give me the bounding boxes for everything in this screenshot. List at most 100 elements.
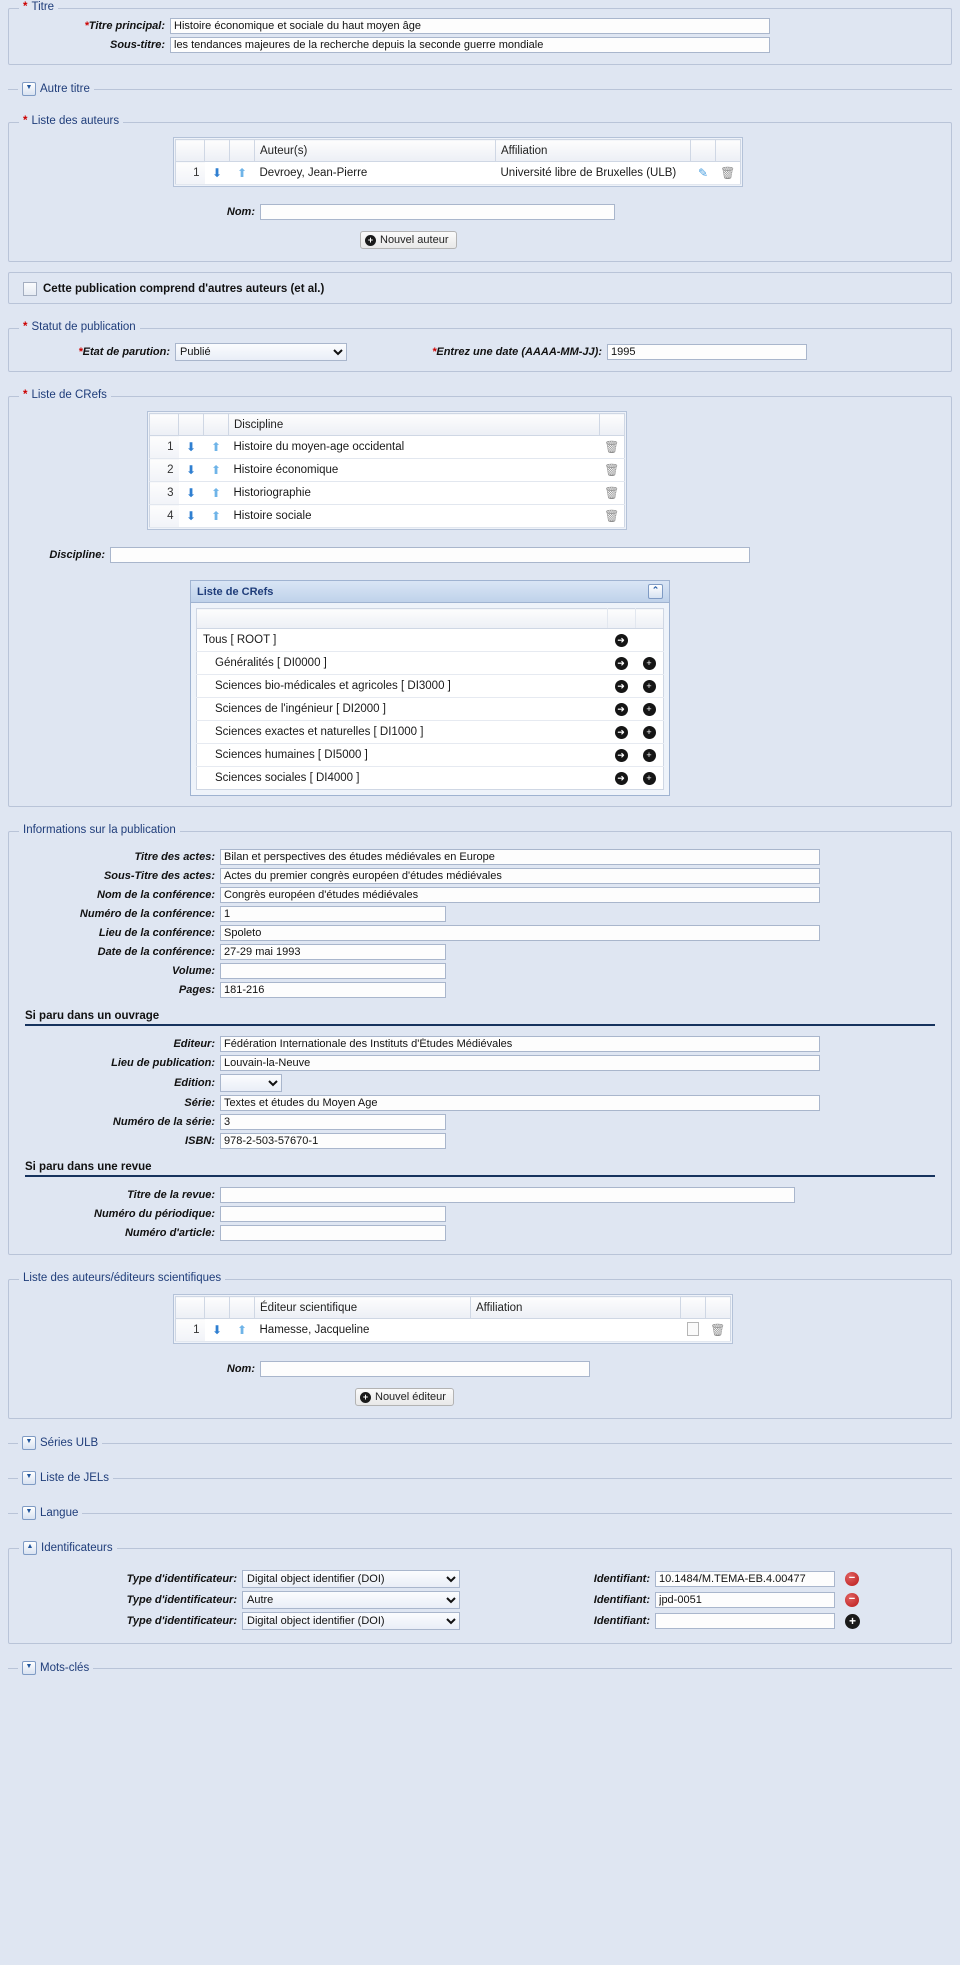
- move-up-cell[interactable]: ⬆: [229, 161, 255, 185]
- legend-liste-jels[interactable]: ▼ Liste de JELs: [18, 1471, 114, 1485]
- arrow-up-icon[interactable]: ⬆: [211, 441, 221, 453]
- arrow-down-icon[interactable]: ⬇: [212, 167, 222, 179]
- tree-add-cell[interactable]: +: [635, 767, 664, 790]
- date-input[interactable]: [607, 344, 807, 360]
- tree-go-cell[interactable]: ➜: [607, 697, 635, 721]
- tree-go-cell[interactable]: ➜: [607, 767, 635, 790]
- titre-principal-input[interactable]: [170, 18, 770, 34]
- chevron-down-icon[interactable]: ▼: [22, 1436, 36, 1450]
- tree-go-cell[interactable]: ➜: [607, 628, 635, 652]
- trash-icon[interactable]: 🗑: [604, 463, 619, 477]
- tree-go-cell[interactable]: ➜: [607, 743, 635, 767]
- move-up-cell[interactable]: ⬆: [203, 458, 229, 482]
- list-item[interactable]: Sciences sociales [ DI4000 ] ➜ +: [197, 767, 664, 790]
- numero-periodique-input[interactable]: [220, 1206, 446, 1222]
- move-up-cell[interactable]: ⬆: [203, 504, 229, 528]
- arrow-down-icon[interactable]: ⬇: [186, 441, 196, 453]
- arrow-right-icon[interactable]: ➜: [614, 679, 628, 693]
- identifiant-input[interactable]: [655, 1613, 835, 1629]
- arrow-right-icon[interactable]: ➜: [614, 771, 628, 785]
- delete-editor-cell[interactable]: 🗑: [705, 1318, 731, 1342]
- type-identificateur-select[interactable]: Autre: [242, 1591, 460, 1609]
- move-down-cell[interactable]: ⬇: [178, 504, 204, 528]
- type-identificateur-select[interactable]: Digital object identifier (DOI): [242, 1570, 460, 1588]
- tree-go-cell[interactable]: ➜: [607, 720, 635, 744]
- chevron-up-icon[interactable]: ▲: [23, 1541, 37, 1555]
- chevron-down-icon[interactable]: ▼: [22, 1506, 36, 1520]
- editeur-input[interactable]: [220, 1036, 820, 1052]
- collapse-up-icon[interactable]: ⌃: [648, 584, 663, 599]
- arrow-right-icon[interactable]: ➜: [614, 633, 628, 647]
- lieu-conference-input[interactable]: [220, 925, 820, 941]
- tree-add-cell[interactable]: +: [635, 720, 664, 744]
- edition-select[interactable]: [220, 1074, 282, 1092]
- tree-go-cell[interactable]: ➜: [607, 674, 635, 698]
- edit-icon[interactable]: [687, 1321, 699, 1336]
- titre-revue-input[interactable]: [220, 1187, 795, 1203]
- arrow-up-icon[interactable]: ⬆: [211, 464, 221, 476]
- arrow-right-icon[interactable]: ➜: [614, 748, 628, 762]
- plus-icon[interactable]: +: [642, 725, 656, 739]
- numero-serie-input[interactable]: [220, 1114, 446, 1130]
- arrow-up-icon[interactable]: ⬆: [211, 510, 221, 522]
- trash-icon[interactable]: 🗑: [604, 509, 619, 523]
- nouvel-editeur-button[interactable]: + Nouvel éditeur: [355, 1388, 454, 1406]
- legend-series-ulb[interactable]: ▼ Séries ULB: [18, 1436, 103, 1450]
- nom-conference-input[interactable]: [220, 887, 820, 903]
- plus-icon[interactable]: +: [642, 656, 656, 670]
- list-item[interactable]: Tous [ ROOT ] ➜: [196, 628, 664, 652]
- move-down-cell[interactable]: ⬇: [178, 458, 204, 482]
- author-nom-input[interactable]: [260, 204, 615, 220]
- identifiant-input[interactable]: [655, 1592, 835, 1608]
- arrow-up-icon[interactable]: ⬆: [237, 1324, 247, 1336]
- list-item[interactable]: Sciences de l'ingénieur [ DI2000 ] ➜ +: [196, 697, 664, 721]
- tree-go-cell[interactable]: ➜: [607, 651, 635, 675]
- delete-cref-cell[interactable]: 🗑: [599, 458, 625, 482]
- serie-input[interactable]: [220, 1095, 820, 1111]
- plus-icon[interactable]: +: [642, 679, 656, 693]
- arrow-down-icon[interactable]: ⬇: [212, 1324, 222, 1336]
- delete-cref-cell[interactable]: 🗑: [599, 504, 625, 528]
- sous-titre-actes-input[interactable]: [220, 868, 820, 884]
- plus-icon[interactable]: +: [642, 771, 656, 785]
- pencil-icon[interactable]: ✎: [698, 166, 708, 180]
- trash-icon[interactable]: 🗑: [720, 166, 735, 180]
- sous-titre-input[interactable]: [170, 37, 770, 53]
- type-identificateur-select[interactable]: Digital object identifier (DOI): [242, 1612, 460, 1630]
- tree-add-cell[interactable]: +: [635, 651, 664, 675]
- trash-icon[interactable]: 🗑: [604, 486, 619, 500]
- arrow-right-icon[interactable]: ➜: [614, 656, 628, 670]
- edit-editor-cell[interactable]: [680, 1318, 706, 1342]
- date-conference-input[interactable]: [220, 944, 446, 960]
- lieu-publication-input[interactable]: [220, 1055, 820, 1071]
- add-identifier-button[interactable]: +: [845, 1613, 860, 1629]
- list-item[interactable]: Sciences humaines [ DI5000 ] ➜ +: [196, 743, 664, 767]
- list-item[interactable]: Sciences exactes et naturelles [ DI1000 …: [196, 720, 664, 744]
- move-up-cell[interactable]: ⬆: [229, 1318, 255, 1342]
- isbn-input[interactable]: [220, 1133, 446, 1149]
- etat-parution-select[interactable]: Publié: [175, 343, 347, 361]
- legend-autre-titre[interactable]: ▼ Autre titre: [18, 82, 94, 96]
- move-up-cell[interactable]: ⬆: [203, 481, 229, 505]
- etal-checkbox[interactable]: [23, 282, 37, 296]
- remove-identifier-button[interactable]: −: [845, 1572, 859, 1586]
- arrow-up-icon[interactable]: ⬆: [237, 167, 247, 179]
- tree-add-cell[interactable]: +: [635, 697, 664, 721]
- nouvel-auteur-button[interactable]: + Nouvel auteur: [360, 231, 457, 249]
- move-down-cell[interactable]: ⬇: [204, 161, 230, 185]
- delete-cref-cell[interactable]: 🗑: [599, 481, 625, 505]
- move-down-cell[interactable]: ⬇: [178, 481, 204, 505]
- trash-icon[interactable]: 🗑: [604, 440, 619, 454]
- volume-input[interactable]: [220, 963, 446, 979]
- list-item[interactable]: Généralités [ DI0000 ] ➜ +: [196, 651, 664, 675]
- numero-article-input[interactable]: [220, 1225, 446, 1241]
- arrow-down-icon[interactable]: ⬇: [186, 487, 196, 499]
- move-down-cell[interactable]: ⬇: [178, 435, 204, 459]
- plus-icon[interactable]: +: [642, 748, 656, 762]
- remove-identifier-button[interactable]: −: [845, 1593, 859, 1607]
- delete-cref-cell[interactable]: 🗑: [599, 435, 625, 459]
- etal-row[interactable]: Cette publication comprend d'autres aute…: [23, 282, 945, 296]
- pages-input[interactable]: [220, 982, 446, 998]
- arrow-right-icon[interactable]: ➜: [614, 725, 628, 739]
- move-down-cell[interactable]: ⬇: [204, 1318, 230, 1342]
